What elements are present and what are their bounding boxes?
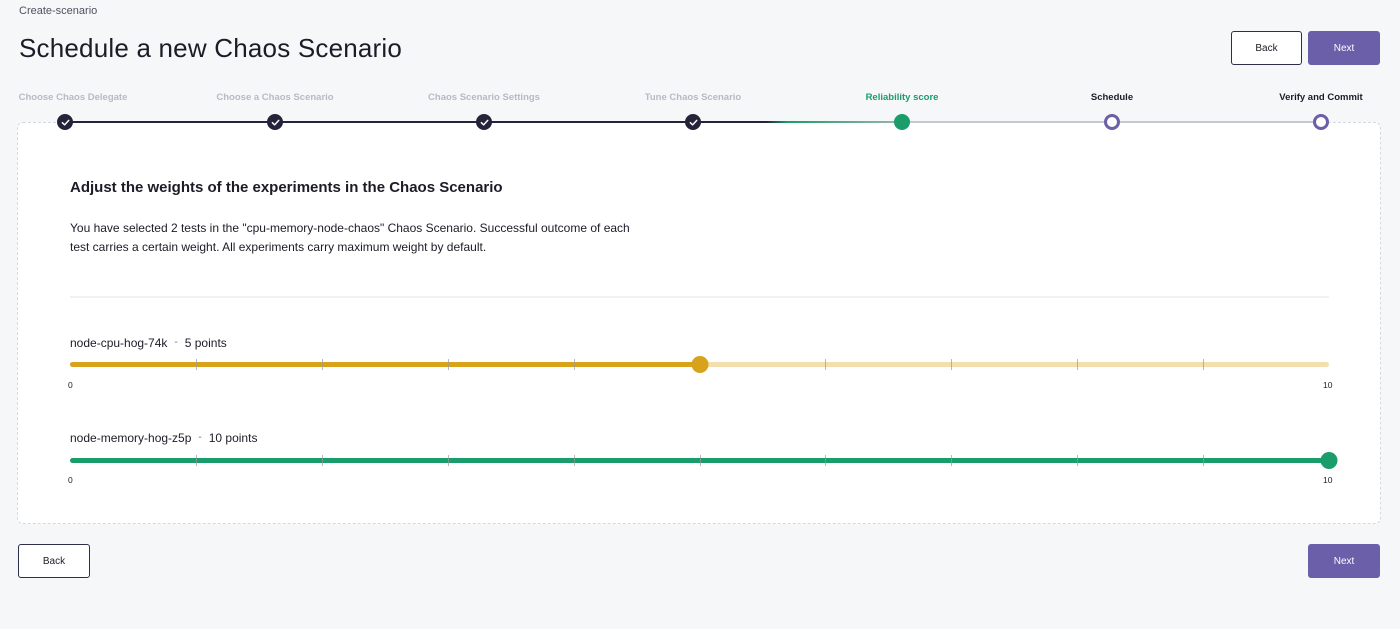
slider-tick bbox=[951, 455, 953, 466]
slider-tick bbox=[699, 455, 701, 466]
stepper-step-label: Chaos Scenario Settings bbox=[428, 92, 540, 103]
page-title: Schedule a new Chaos Scenario bbox=[19, 33, 403, 63]
slider-tick bbox=[573, 359, 575, 370]
card-title: Adjust the weights of the experiments in… bbox=[70, 179, 503, 196]
stepper-connector bbox=[902, 121, 1112, 123]
slider-tick bbox=[1077, 359, 1079, 370]
stepper-connector bbox=[275, 121, 484, 123]
step-check-icon[interactable] bbox=[57, 114, 73, 130]
stepper-step-label: Reliability score bbox=[865, 92, 939, 103]
card-description: You have selected 2 tests in the "cpu-me… bbox=[70, 221, 630, 254]
experiment-header: node-cpu-hog-74k -5 points bbox=[70, 336, 227, 350]
weight-slider-handle[interactable] bbox=[691, 356, 708, 373]
checkmark-icon bbox=[480, 119, 488, 126]
slider-max-label: 10 bbox=[1323, 475, 1333, 485]
experiment-weight-0: node-cpu-hog-74k -5 points 0 10 bbox=[68, 336, 1333, 396]
stepper-step-label: Choose a Chaos Scenario bbox=[216, 92, 334, 103]
slider-tick bbox=[321, 359, 323, 370]
experiment-separator: - bbox=[174, 337, 178, 348]
stepper-connector bbox=[1112, 121, 1321, 123]
slider-min-label: 0 bbox=[68, 380, 73, 390]
slider-tick bbox=[825, 359, 827, 370]
stepper-connector bbox=[484, 121, 693, 123]
slider-tick bbox=[573, 455, 575, 466]
footer-next-button[interactable]: Next bbox=[1308, 544, 1380, 578]
experiment-header: node-memory-hog-z5p -10 points bbox=[70, 431, 257, 445]
slider-tick bbox=[447, 455, 449, 466]
wizard-stepper: Choose Chaos Delegate Choose a Chaos Scen… bbox=[0, 86, 1400, 136]
header-back-button[interactable]: Back bbox=[1231, 31, 1302, 65]
slider-tick bbox=[825, 455, 827, 466]
slider-tick bbox=[1077, 455, 1079, 466]
stepper-connector bbox=[65, 121, 275, 123]
stepper-step-label: Verify and Commit bbox=[1279, 92, 1363, 103]
stepper-step-label: Tune Chaos Scenario bbox=[644, 92, 742, 103]
header-next-button[interactable]: Next bbox=[1308, 31, 1380, 65]
weight-slider-fill bbox=[70, 362, 700, 367]
step-check-icon[interactable] bbox=[267, 114, 283, 130]
slider-tick bbox=[195, 359, 197, 370]
slider-tick bbox=[447, 359, 449, 370]
slider-tick bbox=[951, 359, 953, 370]
checkmark-icon bbox=[689, 119, 697, 126]
experiment-name: node-cpu-hog-74k bbox=[70, 336, 168, 350]
experiment-points: 5 points bbox=[184, 336, 227, 350]
experiment-weight-1: node-memory-hog-z5p -10 points 0 10 bbox=[68, 431, 1338, 491]
weight-slider-track[interactable] bbox=[70, 356, 1329, 373]
breadcrumb[interactable]: Create-scenario bbox=[19, 5, 97, 17]
stepper-connector bbox=[693, 121, 902, 123]
weight-slider-track[interactable] bbox=[70, 452, 1338, 469]
slider-min-label: 0 bbox=[68, 475, 73, 485]
slider-tick bbox=[195, 455, 197, 466]
slider-tick bbox=[1203, 455, 1205, 466]
reliability-score-card: Adjust the weights of the experiments in… bbox=[17, 122, 1381, 524]
footer-back-button[interactable]: Back bbox=[18, 544, 90, 578]
divider bbox=[70, 296, 1329, 298]
stepper-step-label: Schedule bbox=[1090, 92, 1134, 103]
stepper-step-dot[interactable] bbox=[1313, 114, 1329, 130]
checkmark-icon bbox=[61, 119, 69, 126]
weight-slider-handle[interactable] bbox=[1320, 452, 1338, 469]
experiment-separator: - bbox=[198, 432, 202, 443]
checkmark-icon bbox=[271, 119, 279, 126]
step-check-icon[interactable] bbox=[476, 114, 492, 130]
experiment-points: 10 points bbox=[208, 431, 258, 445]
stepper-step-dot[interactable] bbox=[1104, 114, 1120, 130]
experiment-name: node-memory-hog-z5p bbox=[70, 431, 192, 445]
slider-max-label: 10 bbox=[1323, 380, 1333, 390]
stepper-step-label: Choose Chaos Delegate bbox=[18, 92, 128, 103]
step-check-icon[interactable] bbox=[685, 114, 701, 130]
stepper-step-dot[interactable] bbox=[894, 114, 910, 130]
slider-tick bbox=[1203, 359, 1205, 370]
slider-tick bbox=[321, 455, 323, 466]
